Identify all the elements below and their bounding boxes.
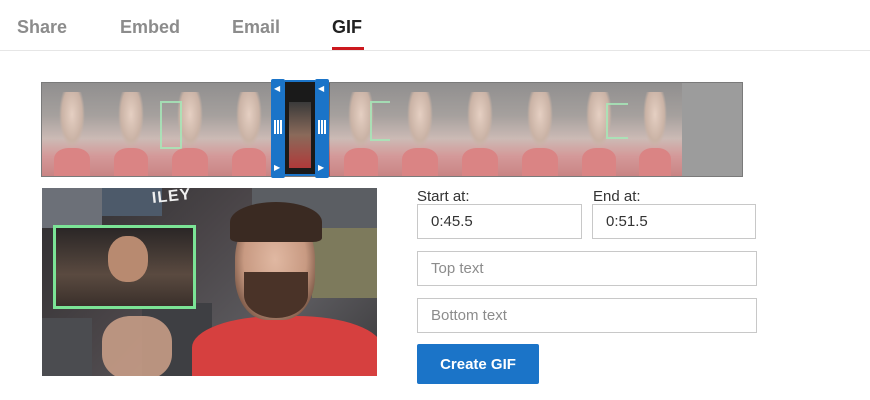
gif-preview: ILEY: [42, 188, 377, 376]
active-tab-indicator: [332, 47, 364, 50]
end-trim-handle[interactable]: ◀ ▶: [315, 79, 329, 178]
share-tabs: Share Embed Email GIF: [0, 0, 870, 51]
shirt: [192, 316, 377, 376]
grip-icon: [274, 120, 282, 134]
tab-gif[interactable]: GIF: [332, 16, 362, 38]
left-arrow-icon: ◀: [274, 84, 281, 93]
unselected-shade-left: [42, 83, 272, 176]
highlight-box: [53, 225, 196, 309]
start-trim-handle[interactable]: ◀ ▶: [271, 79, 285, 178]
selected-range-window[interactable]: [285, 80, 315, 176]
top-text-input[interactable]: [417, 251, 757, 286]
tab-email[interactable]: Email: [232, 16, 280, 38]
beard: [244, 272, 308, 318]
create-gif-button[interactable]: Create GIF: [417, 344, 539, 384]
grip-icon: [318, 120, 326, 134]
hand: [102, 316, 172, 376]
start-at-input[interactable]: [417, 204, 582, 239]
filmstrip-empty-area: [682, 83, 742, 176]
end-at-input[interactable]: [592, 204, 756, 239]
unselected-shade-right: [330, 83, 682, 176]
tab-share[interactable]: Share: [17, 16, 67, 38]
right-arrow-icon: ▶: [274, 163, 281, 172]
person-hair: [230, 202, 322, 242]
gif-filmstrip[interactable]: [41, 82, 743, 177]
bottom-text-input[interactable]: [417, 298, 757, 333]
right-arrow-icon: ▶: [318, 163, 325, 172]
left-arrow-icon: ◀: [318, 84, 325, 93]
tab-embed[interactable]: Embed: [120, 16, 180, 38]
poster-text: ILEY: [151, 188, 193, 208]
